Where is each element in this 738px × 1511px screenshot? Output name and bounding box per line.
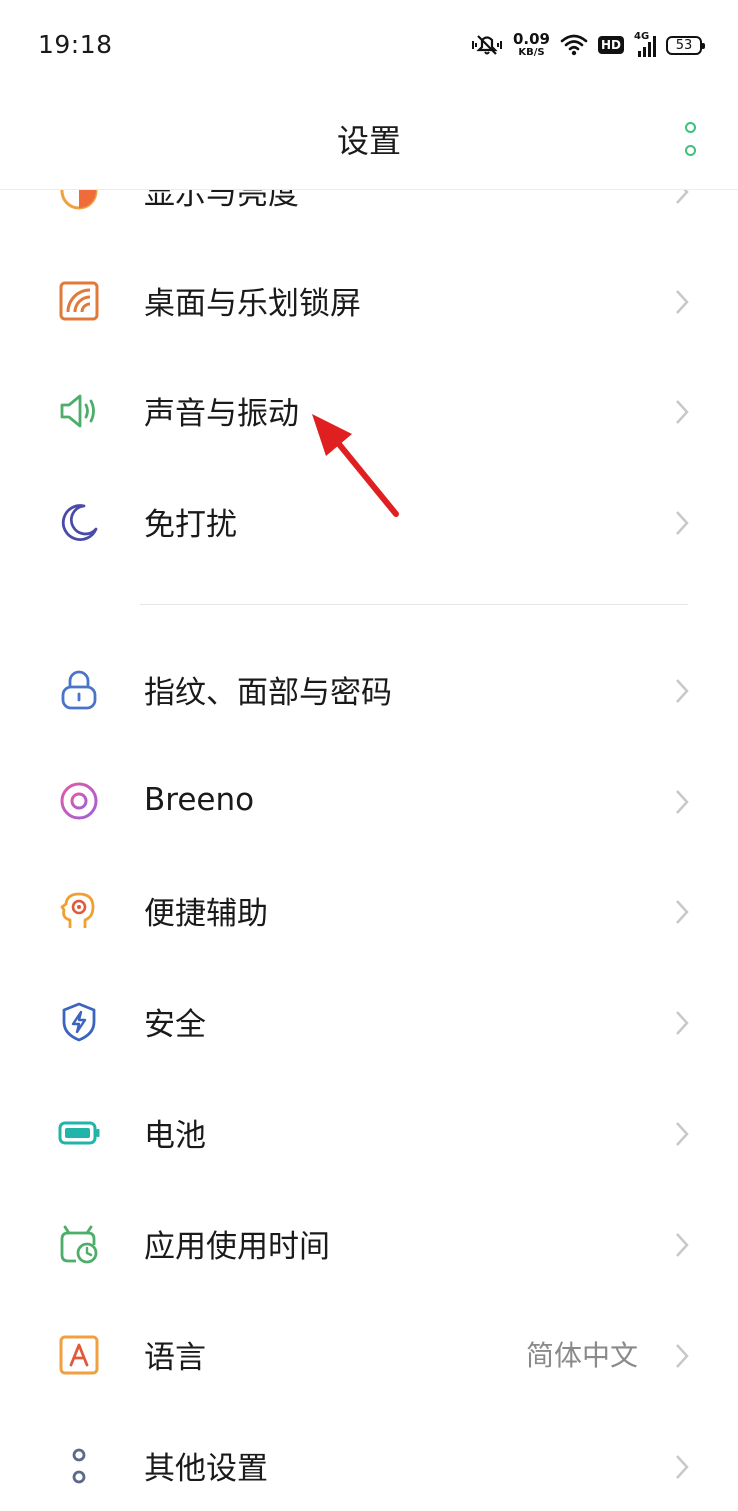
status-icons: 0.09 KB/S HD 4G 53 [471,28,705,62]
settings-item-display[interactable]: 显示与亮度 [0,190,738,245]
chevron-right-icon [676,400,689,424]
settings-item-security[interactable]: 安全 [0,966,738,1076]
settings-item-dnd[interactable]: 免打扰 [0,466,738,576]
settings-item-label: 安全 [144,1006,206,1043]
settings-item-home-lockscreen[interactable]: 桌面与乐划锁屏 [0,245,738,355]
settings-item-language[interactable]: 语言 简体中文 [0,1299,738,1409]
title-bar: 设置 [0,90,738,190]
battery-indicator: 53 [666,35,705,55]
network-speed: 0.09 KB/S [513,32,550,58]
settings-item-label: 便捷辅助 [144,895,268,932]
settings-item-battery[interactable]: 电池 [0,1077,738,1187]
chevron-right-icon [676,1122,689,1146]
page-title: 设置 [336,122,401,160]
chevron-right-icon [676,190,689,204]
settings-item-accessibility[interactable]: 便捷辅助 [0,855,738,965]
more-options-button[interactable] [678,122,702,156]
chevron-right-icon [676,1011,689,1035]
status-bar: 19:18 0.09 KB/S HD 4G 53 [0,0,738,90]
network-speed-unit: KB/S [518,47,545,58]
vibrate-mute-icon [471,35,502,55]
settings-item-label: 语言 [144,1339,206,1376]
language-icon [59,1335,99,1375]
settings-item-label: Breeno [144,782,255,818]
settings-item-label: 应用使用时间 [144,1228,330,1265]
chevron-right-icon [676,790,689,814]
settings-item-biometrics[interactable]: 指纹、面部与密码 [0,634,738,744]
accessibility-head-icon [60,892,95,928]
settings-item-label: 声音与振动 [144,395,299,432]
network-type: 4G [634,31,650,42]
battery-level: 53 [675,37,693,53]
breeno-icon [60,782,98,820]
settings-item-sound[interactable]: 声音与振动 [0,355,738,465]
chevron-right-icon [676,1455,689,1479]
settings-list[interactable]: 显示与亮度 桌面与乐划锁屏 声音与振动 免打扰 指纹、面部与密码 Breeno … [0,190,738,1511]
lock-icon [61,670,97,710]
wifi-icon [560,34,588,56]
chevron-right-icon [676,1344,689,1368]
chevron-right-icon [676,900,689,924]
settings-item-label: 显示与亮度 [144,190,299,212]
settings-item-label: 桌面与乐划锁屏 [144,285,361,322]
chevron-right-icon [676,679,689,703]
chevron-right-icon [676,290,689,314]
moon-icon [61,504,98,541]
settings-item-screen-time[interactable]: 应用使用时间 [0,1188,738,1298]
settings-item-label: 免打扰 [144,506,237,543]
speaker-icon [60,394,95,428]
settings-item-label: 指纹、面部与密码 [144,674,392,711]
section-divider [140,604,688,605]
settings-item-label: 电池 [144,1117,206,1154]
settings-item-other[interactable]: 其他设置 [0,1410,738,1511]
status-time: 19:18 [38,30,113,59]
battery-icon [58,1121,100,1145]
language-current-value: 简体中文 [525,1339,638,1372]
settings-item-label: 其他设置 [144,1450,268,1487]
more-dot-icon [684,145,696,156]
settings-item-breeno[interactable]: Breeno [0,745,738,855]
hd-badge: HD [597,36,624,54]
other-settings-icon [72,1448,86,1484]
chevron-right-icon [676,1233,689,1257]
brightness-icon [60,190,98,210]
network-speed-value: 0.09 [512,30,550,48]
more-dot-icon [684,122,696,133]
cellular-signal: 4G [634,31,656,57]
shield-icon [62,1002,96,1042]
wallpaper-icon [59,281,99,321]
usage-clock-icon [60,1225,98,1264]
chevron-right-icon [676,511,689,535]
